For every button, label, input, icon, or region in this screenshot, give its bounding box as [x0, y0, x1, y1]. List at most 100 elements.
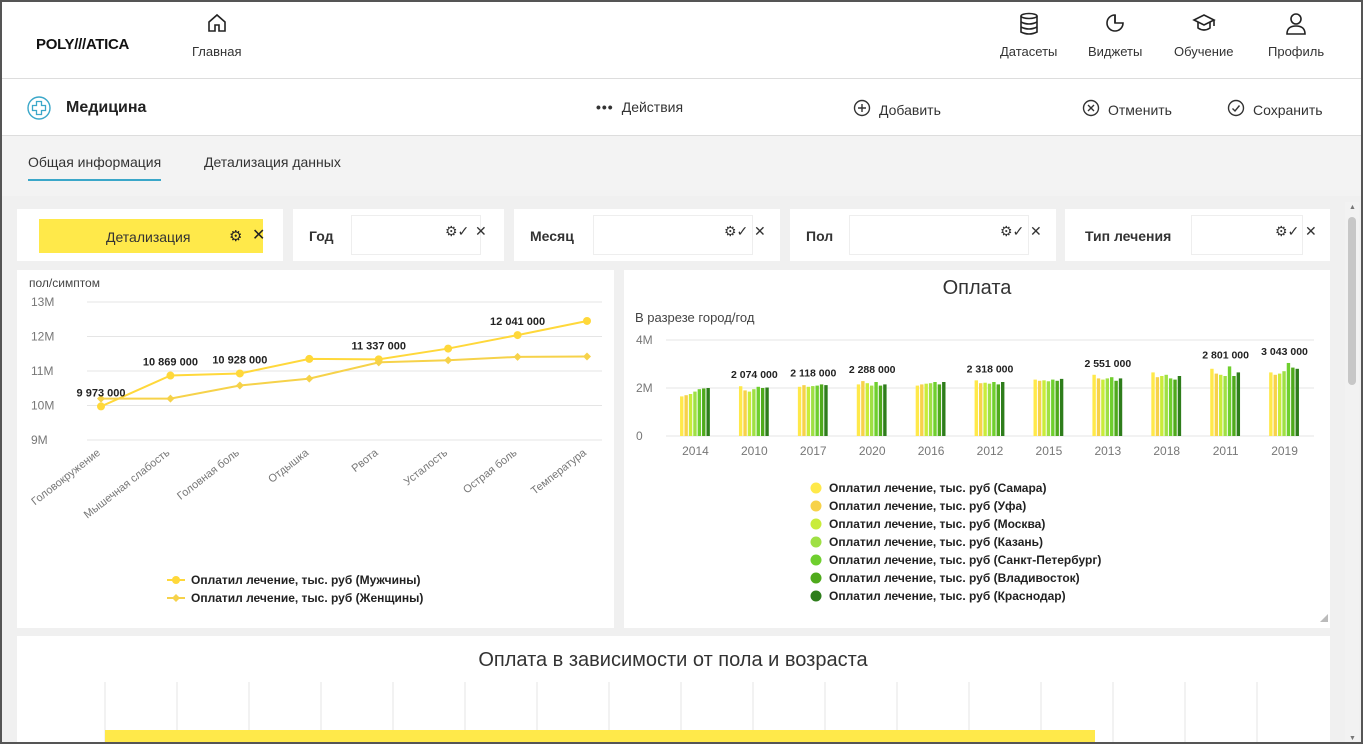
tab-data-detail[interactable]: Детализация данных [204, 154, 341, 170]
bar [987, 383, 992, 436]
bar [680, 396, 684, 436]
chart-title: Оплата в зависимости от пола и возраста [478, 649, 868, 671]
filter-year-label: Год [309, 228, 334, 244]
bar [1042, 380, 1046, 436]
gear-check-icon[interactable]: ⚙✓ [1275, 223, 1299, 240]
bar-chart: Оплата В разрезе город/год 0 2M 4M 2014 2010 20… [635, 277, 1328, 622]
data-point [97, 402, 105, 411]
actions-button[interactable]: ••• Действия [596, 99, 683, 115]
cancel-button[interactable]: Отменить [1082, 99, 1172, 120]
bar [743, 390, 747, 436]
close-icon[interactable]: ✕ [1030, 223, 1042, 240]
data-point [444, 356, 453, 365]
y-tick-label: 0 [636, 429, 643, 443]
chart-title: Оплата [943, 277, 1013, 299]
scroll-down-icon[interactable]: ▼ [1349, 735, 1356, 742]
nav-home[interactable]: Главная [192, 12, 241, 59]
data-label: 10 928 000 [212, 354, 267, 366]
bar [869, 385, 874, 436]
bar [752, 389, 756, 436]
y-tick-label: 10M [31, 399, 54, 413]
nav-widgets[interactable]: Виджеты [1088, 12, 1142, 59]
bar [1155, 377, 1160, 436]
bar [688, 394, 693, 436]
bar [806, 386, 811, 436]
actions-label: Действия [621, 99, 684, 115]
close-icon[interactable]: ✕ [1305, 223, 1317, 240]
gear-icon[interactable]: ⚙ [229, 227, 242, 245]
scroll-up-icon[interactable]: ▲ [1349, 204, 1356, 211]
bar [1210, 368, 1214, 436]
x-tick-label: 2015 [1036, 444, 1063, 458]
x-tick-label: Усталость [402, 447, 450, 488]
close-icon[interactable]: ✕ [252, 225, 265, 245]
x-tick-label: 2014 [682, 444, 709, 458]
data-label: 12 041 000 [490, 316, 545, 328]
data-point [513, 352, 522, 361]
legend-marker [810, 590, 822, 602]
bar [1151, 372, 1155, 436]
add-button[interactable]: Добавить [853, 99, 941, 120]
bar [760, 388, 765, 436]
app-window: POLY///ATICA Главная Датасеты Виджеты Об… [0, 0, 1363, 744]
bar [815, 385, 819, 436]
gear-check-icon[interactable]: ⚙✓ [1000, 223, 1024, 240]
bar [765, 387, 769, 436]
filter-sex: Пол ⚙✓ ✕ [790, 209, 1056, 261]
bar [933, 382, 937, 436]
bar [856, 384, 861, 436]
app-logo[interactable]: POLY///ATICA [36, 36, 129, 53]
line-chart-widget: пол/симптом 9M 10M 11M 12M 13M 9 973 000 10 869… [17, 270, 614, 628]
tab-bar: Общая информация Детализация данных [2, 136, 1361, 196]
gear-check-icon[interactable]: ⚙✓ [445, 223, 469, 240]
data-label: 2 801 000 [1202, 349, 1249, 361]
nav-datasets[interactable]: Датасеты [1000, 12, 1057, 59]
legend-marker [810, 536, 822, 548]
bar [1236, 372, 1241, 436]
bar [747, 391, 752, 436]
detalization-selector[interactable]: Детализация ⚙ ✕ [39, 219, 265, 253]
gear-check-icon[interactable]: ⚙✓ [724, 223, 748, 240]
bar [1291, 367, 1295, 436]
bar [1286, 362, 1291, 436]
filter-month-label: Месяц [530, 228, 574, 244]
legend-marker [810, 500, 822, 512]
bar [1118, 378, 1123, 436]
graduation-cap-icon [1174, 12, 1233, 40]
legend-label: Оплатил лечение, тыс. руб (Самара) [829, 481, 1046, 495]
bar [105, 730, 1095, 742]
tab-general-info[interactable]: Общая информация [28, 154, 162, 181]
dashboard-title: Медицина [66, 99, 147, 116]
nav-learning[interactable]: Обучение [1174, 12, 1233, 59]
more-dots-icon: ••• [596, 99, 614, 115]
user-icon [1268, 12, 1324, 40]
save-button[interactable]: Сохранить [1227, 99, 1323, 120]
dashboard-header: Медицина ••• Действия Добавить Отменить … [2, 79, 1361, 136]
nav-profile[interactable]: Профиль [1268, 12, 1324, 59]
line-chart: пол/симптом 9M 10M 11M 12M 13M 9 973 000 10 869… [29, 276, 602, 605]
close-icon[interactable]: ✕ [754, 223, 766, 240]
bar [1105, 378, 1110, 436]
bar [1037, 380, 1042, 436]
bar [1046, 381, 1051, 436]
bar [824, 385, 828, 436]
database-icon [1000, 12, 1057, 40]
legend-label: Оплатил лечение, тыс. руб (Владивосток) [829, 571, 1080, 585]
nav-learning-label: Обучение [1174, 44, 1234, 59]
bar [797, 386, 802, 436]
filter-treatment-type: Тип лечения ⚙✓ ✕ [1065, 209, 1330, 261]
page-scrollbar[interactable]: ▲ ▼ [1345, 202, 1359, 742]
bar [1096, 378, 1101, 436]
bar [979, 383, 983, 436]
close-icon[interactable]: ✕ [475, 223, 487, 240]
bar [1282, 371, 1286, 436]
filter-month: Месяц ⚙✓ ✕ [514, 209, 780, 261]
legend-label: Оплатил лечение, тыс. руб (Москва) [829, 517, 1045, 531]
data-label: 3 043 000 [1261, 346, 1308, 358]
x-tick-label: 2018 [1153, 444, 1180, 458]
x-tick-label: 2010 [741, 444, 768, 458]
scrollbar-thumb[interactable] [1348, 217, 1356, 385]
data-label: 2 318 000 [967, 363, 1014, 375]
data-point [305, 374, 314, 383]
bar [1219, 374, 1223, 436]
